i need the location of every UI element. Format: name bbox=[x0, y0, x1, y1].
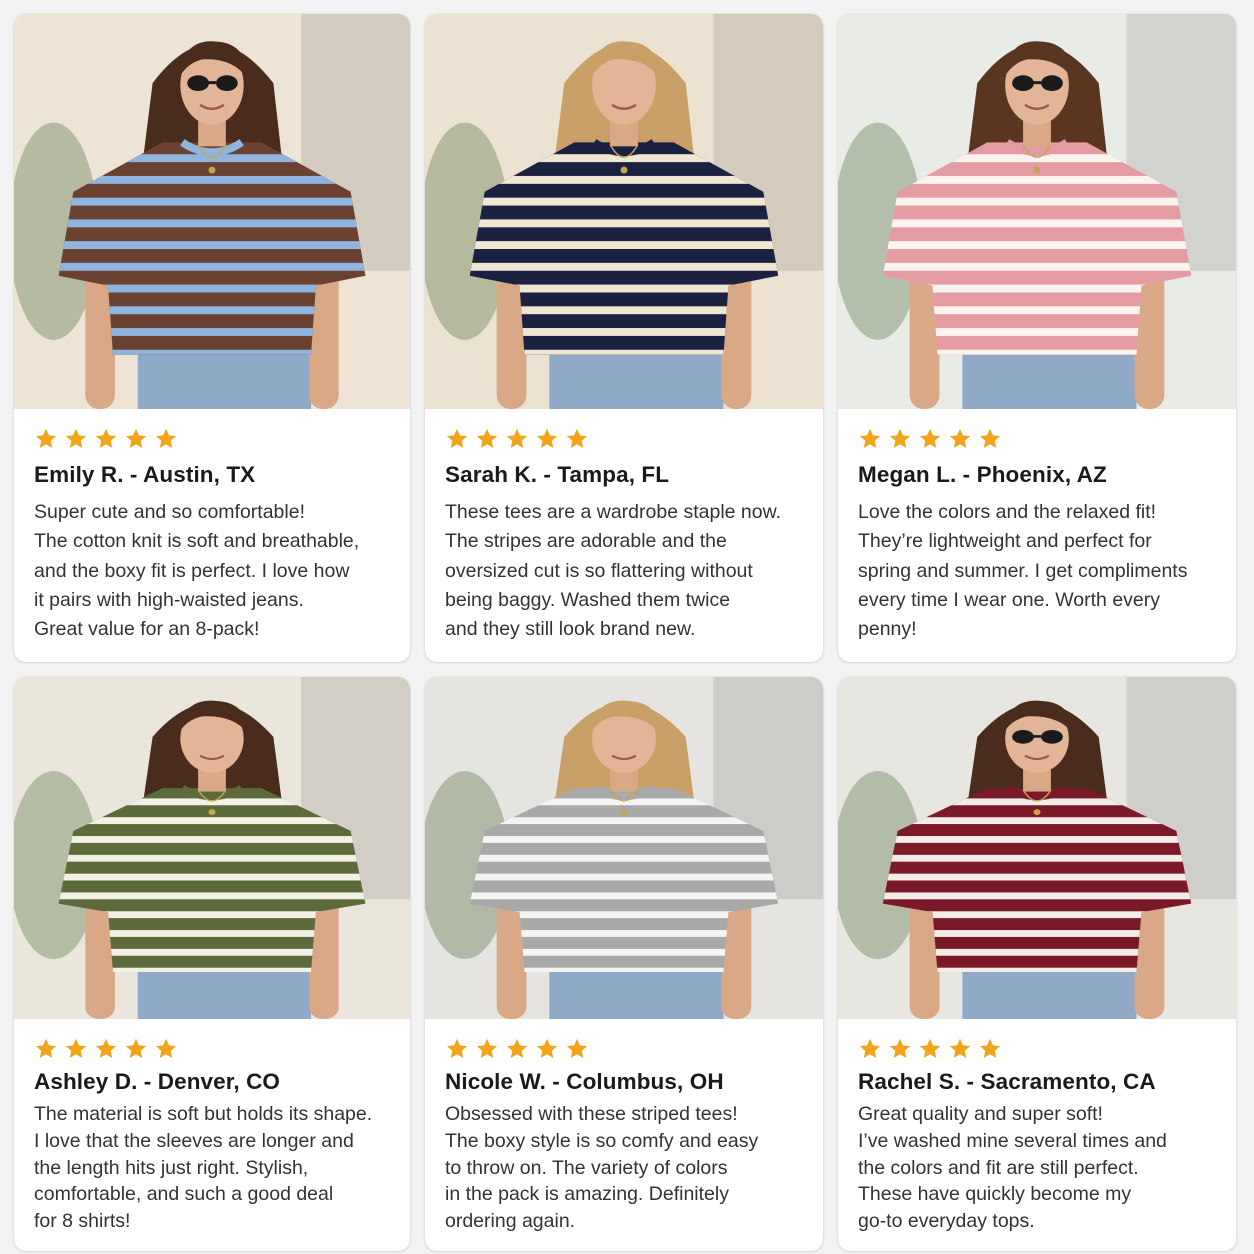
review-line: to throw on. The variety of colors bbox=[445, 1156, 728, 1179]
review-line: The material is soft but holds its shape… bbox=[34, 1103, 373, 1125]
review-line: and they still look brand new. bbox=[445, 618, 696, 641]
star-icon bbox=[35, 1038, 57, 1058]
review-line: Super cute and so comfortable! bbox=[34, 501, 305, 523]
star-icon bbox=[95, 1038, 117, 1058]
star-icon bbox=[155, 1038, 177, 1058]
review-line: The boxy style is so comfy and easy bbox=[445, 1129, 759, 1152]
customer-photo-illustration bbox=[838, 677, 1236, 1019]
customer-photo[interactable] bbox=[838, 677, 1236, 1019]
review-line: in the pack is amazing. Definitely bbox=[445, 1183, 729, 1206]
star-icon bbox=[476, 428, 498, 448]
review-card: Rachel S. - Sacramento, CA Great quality… bbox=[838, 677, 1236, 1251]
star-rating bbox=[858, 1037, 1216, 1061]
review-line: These have quickly become my bbox=[858, 1183, 1132, 1206]
star-rating bbox=[445, 427, 803, 451]
star-icon bbox=[979, 1038, 1001, 1058]
review-line: Great quality and super soft! bbox=[858, 1103, 1103, 1125]
review-line: comfortable, and such a good deal bbox=[34, 1183, 334, 1206]
review-card: Megan L. - Phoenix, AZ Love the colors a… bbox=[838, 14, 1236, 662]
reviewer-name: Nicole W. - Columbus, OH bbox=[445, 1069, 724, 1094]
customer-photo-illustration bbox=[838, 14, 1236, 409]
star-icon bbox=[506, 1038, 528, 1058]
review-line: I love that the sleeves are longer and bbox=[34, 1129, 354, 1152]
review-line: oversized cut is so flattering without bbox=[445, 559, 753, 582]
star-icon bbox=[979, 428, 1001, 448]
review-text: Obsessed with these striped tees! The bo… bbox=[445, 1101, 803, 1235]
review-line: The cotton knit is soft and breathable, bbox=[34, 530, 360, 553]
review-line: and the boxy fit is perfect. I love how bbox=[34, 559, 350, 582]
review-line: They’re lightweight and perfect for bbox=[858, 530, 1152, 553]
star-icon bbox=[536, 1038, 558, 1058]
star-icon bbox=[125, 428, 147, 448]
review-line: being baggy. Washed them twice bbox=[445, 588, 731, 611]
star-icon bbox=[506, 428, 528, 448]
star-icon bbox=[949, 428, 971, 448]
customer-photo[interactable] bbox=[425, 14, 823, 409]
review-line: The stripes are adorable and the bbox=[445, 530, 727, 553]
star-icon bbox=[476, 1038, 498, 1058]
customer-photo-illustration bbox=[14, 677, 410, 1019]
review-card: Sarah K. - Tampa, FL These tees are a wa… bbox=[425, 14, 823, 662]
review-line: it pairs with high-waisted jeans. bbox=[34, 588, 304, 611]
customer-photo[interactable] bbox=[14, 14, 410, 409]
review-line: These tees are a wardrobe staple now. bbox=[445, 501, 782, 523]
star-rating bbox=[34, 1037, 390, 1061]
reviewer-name: Rachel S. - Sacramento, CA bbox=[858, 1069, 1156, 1094]
star-icon bbox=[446, 1038, 468, 1058]
star-icon bbox=[155, 428, 177, 448]
review-line: Obsessed with these striped tees! bbox=[445, 1103, 738, 1125]
review-grid: Emily R. - Austin, TX Super cute and so … bbox=[0, 0, 1254, 1254]
star-icon bbox=[65, 1038, 87, 1058]
review-text: These tees are a wardrobe staple now. Th… bbox=[445, 498, 803, 644]
star-icon bbox=[125, 1038, 147, 1058]
review-line: go-to everyday tops. bbox=[858, 1210, 1035, 1233]
review-line: every time I wear one. Worth every bbox=[858, 588, 1161, 611]
star-icon bbox=[566, 1038, 588, 1058]
customer-photo[interactable] bbox=[838, 14, 1236, 409]
review-card: Nicole W. - Columbus, OH Obsessed with t… bbox=[425, 677, 823, 1251]
star-rating bbox=[445, 1037, 803, 1061]
customer-photo[interactable] bbox=[14, 677, 410, 1019]
star-rating bbox=[858, 427, 1216, 451]
star-icon bbox=[65, 428, 87, 448]
star-icon bbox=[889, 428, 911, 448]
review-line: spring and summer. I get compliments bbox=[858, 559, 1188, 582]
review-line: the length hits just right. Stylish, bbox=[34, 1156, 309, 1179]
star-icon bbox=[949, 1038, 971, 1058]
star-rating bbox=[34, 427, 390, 451]
star-icon bbox=[919, 1038, 941, 1058]
reviewer-name: Emily R. - Austin, TX bbox=[34, 462, 256, 487]
reviewer-name: Ashley D. - Denver, CO bbox=[34, 1069, 281, 1094]
review-line: Great value for an 8-pack! bbox=[34, 618, 260, 641]
review-line: the colors and fit are still perfect. bbox=[858, 1156, 1139, 1179]
customer-photo-illustration bbox=[425, 14, 823, 409]
star-icon bbox=[919, 428, 941, 448]
review-line: penny! bbox=[858, 618, 917, 641]
customer-photo-illustration bbox=[425, 677, 823, 1019]
star-icon bbox=[566, 428, 588, 448]
review-card: Ashley D. - Denver, CO The material is s… bbox=[14, 677, 410, 1251]
star-icon bbox=[859, 428, 881, 448]
customer-photo-illustration bbox=[14, 14, 410, 409]
review-card: Emily R. - Austin, TX Super cute and so … bbox=[14, 14, 410, 662]
review-text: Super cute and so comfortable! The cotto… bbox=[34, 498, 390, 644]
star-icon bbox=[35, 428, 57, 448]
star-icon bbox=[536, 428, 558, 448]
reviewer-name: Sarah K. - Tampa, FL bbox=[445, 462, 670, 487]
customer-photo[interactable] bbox=[425, 677, 823, 1019]
reviewer-name: Megan L. - Phoenix, AZ bbox=[858, 462, 1107, 487]
star-icon bbox=[95, 428, 117, 448]
review-text: The material is soft but holds its shape… bbox=[34, 1101, 390, 1235]
review-line: I’ve washed mine several times and bbox=[858, 1129, 1167, 1152]
star-icon bbox=[889, 1038, 911, 1058]
review-text: Love the colors and the relaxed fit! The… bbox=[858, 498, 1216, 644]
star-icon bbox=[859, 1038, 881, 1058]
star-icon bbox=[446, 428, 468, 448]
review-text: Great quality and super soft! I’ve washe… bbox=[858, 1101, 1216, 1235]
review-line: Love the colors and the relaxed fit! bbox=[858, 501, 1157, 523]
review-line: ordering again. bbox=[445, 1210, 576, 1233]
review-line: for 8 shirts! bbox=[34, 1210, 131, 1233]
